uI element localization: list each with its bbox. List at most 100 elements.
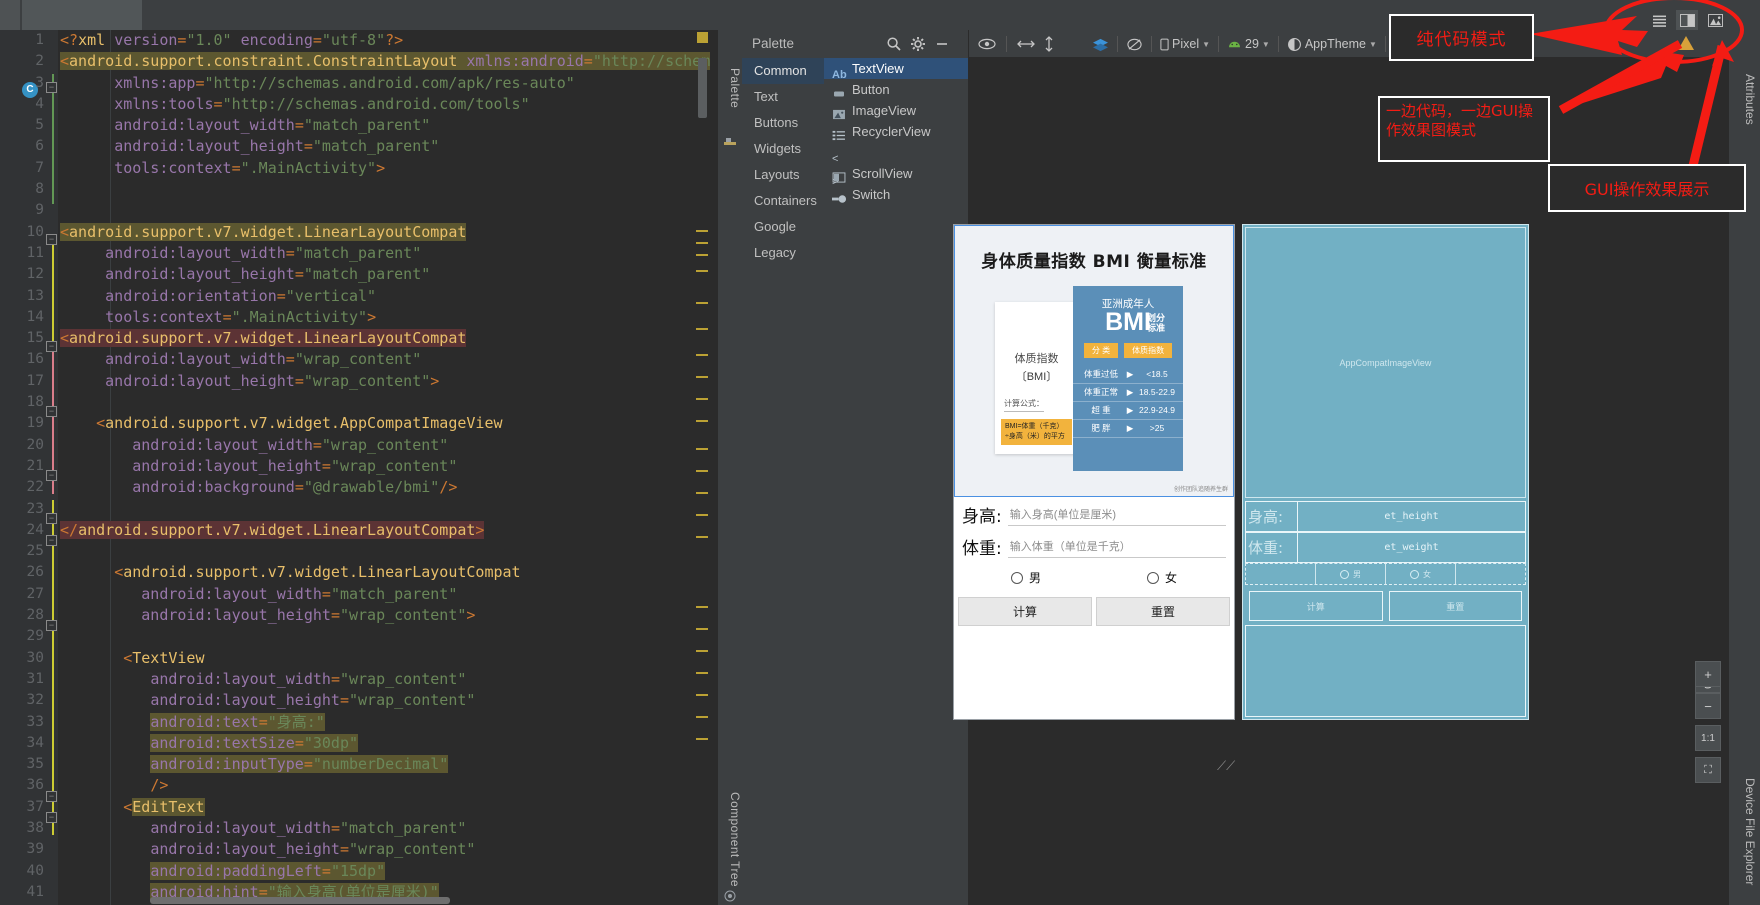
palette-items[interactable]: Ab TextView Button ImageView RecyclerView < >… <box>824 58 968 905</box>
code-mode-button[interactable] <box>1648 10 1670 30</box>
design-config-toolbar[interactable]: Pixel ▼ 29 ▼ AppTheme ▼ Default (en-us) … <box>969 30 1729 58</box>
line-content[interactable]: android:layout_height="wrap_content" <box>60 690 475 711</box>
line-content[interactable]: /> <box>60 775 168 796</box>
line-content[interactable] <box>60 499 69 520</box>
code-line[interactable]: 22 android:background="@drawable/bmi"/> <box>27 477 718 498</box>
code-line[interactable]: 39 android:layout_height="wrap_content" <box>27 839 718 860</box>
line-content[interactable]: android:layout_width="wrap_content" <box>60 435 448 456</box>
zoom-in-button[interactable]: + <box>1695 661 1721 687</box>
code-line[interactable]: 16 android:layout_width="wrap_content" <box>27 349 718 370</box>
code-line[interactable]: 10 <android.support.v7.widget.LinearLayou… <box>27 222 718 243</box>
code-line[interactable]: 33 android:text="身高:" <box>27 712 718 733</box>
code-line[interactable]: 7 tools:context=".MainActivity"> <box>35 158 718 179</box>
line-content[interactable]: android:layout_width="match_parent" <box>60 243 421 264</box>
palette-category-legacy[interactable]: Legacy <box>742 240 824 266</box>
search-icon[interactable] <box>886 36 902 52</box>
fold-handle[interactable]: − <box>46 513 57 524</box>
minimize-icon[interactable] <box>934 36 950 52</box>
line-content[interactable]: xmlns:tools="http://schemas.android.com/… <box>60 94 529 115</box>
code-line[interactable]: 26 <android.support.v7.widget.LinearLayo… <box>27 562 718 583</box>
blueprint-height-row[interactable]: 身高: et_height <box>1245 501 1526 532</box>
blueprint-calculate-button[interactable]: 计算 <box>1249 591 1383 621</box>
line-content[interactable]: <android.support.v7.widget.LinearLayoutC… <box>60 562 520 583</box>
reset-button[interactable]: 重置 <box>1096 597 1230 626</box>
palette-panel[interactable]: Palette Common Text Buttons Widgets Layouts C… <box>742 30 969 905</box>
action-button-row[interactable]: 计算 重置 <box>954 594 1234 626</box>
fold-handle[interactable]: − <box>46 341 57 352</box>
tool-tab-attributes[interactable]: Attributes <box>1743 74 1757 125</box>
code-line[interactable]: 1 <?xml version="1.0" encoding="utf-8"?> <box>35 30 718 51</box>
line-content[interactable]: tools:context=".MainActivity"> <box>60 307 376 328</box>
code-line[interactable]: 14 tools:context=".MainActivity"> <box>27 307 718 328</box>
line-content[interactable]: tools:context=".MainActivity"> <box>60 158 385 179</box>
line-content[interactable]: android:layout_height="wrap_content"> <box>60 605 475 626</box>
zoom-actual-size-button[interactable]: 1:1 <box>1695 725 1721 751</box>
palette-category-text[interactable]: Text <box>742 84 824 110</box>
palette-category-buttons[interactable]: Buttons <box>742 110 824 136</box>
blueprint-weight-id[interactable]: et_weight <box>1298 533 1525 562</box>
line-content[interactable]: android:layout_width="wrap_content" <box>60 669 466 690</box>
palette-item-imageview[interactable]: ImageView <box>824 100 968 121</box>
palette-item-scrollview[interactable]: ScrollView <box>824 163 968 184</box>
code-line[interactable]: 31 android:layout_width="wrap_content" <box>27 669 718 690</box>
palette-category-containers[interactable]: Containers <box>742 188 824 214</box>
line-content[interactable]: <android.support.v7.widget.LinearLayoutC… <box>60 328 467 349</box>
code-line[interactable]: 34 android:textSize="30dp" <box>27 733 718 754</box>
code-line[interactable]: 32 android:layout_height="wrap_content" <box>27 690 718 711</box>
palette-category-google[interactable]: Google <box>742 214 824 240</box>
line-content[interactable]: android:layout_width="match_parent" <box>60 115 430 136</box>
code-line[interactable]: 30 <TextView <box>27 648 718 669</box>
line-content[interactable]: android:layout_width="wrap_content" <box>60 349 421 370</box>
split-mode-button[interactable] <box>1676 10 1698 30</box>
palette-item-switch[interactable]: Switch <box>824 184 968 205</box>
tool-tab-palette[interactable]: Palette <box>718 68 742 108</box>
height-field-row[interactable]: 身高: 输入身高(单位是厘米) <box>954 497 1234 529</box>
line-content[interactable]: android:layout_height="wrap_content"> <box>60 371 439 392</box>
right-tool-tabs[interactable]: Attributes Device File Explorer <box>1738 30 1760 905</box>
code-line[interactable]: 12 android:layout_height="match_parent" <box>27 264 718 285</box>
zoom-fit-button[interactable]: ⛶ <box>1695 757 1721 783</box>
code-line[interactable]: 24 </android.support.v7.widget.LinearLayo… <box>27 520 718 541</box>
editor-error-stripe[interactable] <box>694 30 708 905</box>
palette-category-widgets[interactable]: Widgets <box>742 136 824 162</box>
device-preview[interactable]: 身体质量指数 BMI 衡量标准 体质指数 〔BMI〕 计算公式： BMI=体重（… <box>953 224 1235 720</box>
editor-horizontal-scrollbar[interactable] <box>150 897 450 904</box>
gender-radio-row[interactable]: 男 女 <box>954 561 1234 594</box>
line-content[interactable]: <EditText <box>60 797 205 818</box>
blueprint-radio-row[interactable]: 男 女 <box>1245 563 1526 585</box>
code-editor[interactable]: C 1 <?xml version="1.0" encoding="utf-8"?… <box>0 30 718 905</box>
line-content[interactable]: android:layout_width="match_parent" <box>60 818 466 839</box>
preview-resize-handle[interactable]: ⟋⟋ <box>1217 758 1235 774</box>
fold-handle[interactable]: − <box>46 406 57 417</box>
code-line[interactable]: 35 android:inputType="numberDecimal" <box>27 754 718 775</box>
editor-mode-buttons[interactable] <box>1648 10 1726 30</box>
fold-handle[interactable]: − <box>46 470 57 481</box>
line-content[interactable] <box>60 392 69 413</box>
code-line[interactable]: 38 android:layout_width="match_parent" <box>27 818 718 839</box>
blueprint-radio-female[interactable]: 女 <box>1386 564 1456 584</box>
blueprint-weight-row[interactable]: 体重: et_weight <box>1245 532 1526 563</box>
theme-selector[interactable]: AppTheme ▼ <box>1284 35 1380 54</box>
palette-categories[interactable]: Common Text Buttons Widgets Layouts Container… <box>742 58 824 905</box>
blueprint-view[interactable]: AppCompatImageView 身高: et_height 体重: et_… <box>1242 224 1529 720</box>
line-content[interactable] <box>60 541 69 562</box>
line-content[interactable]: android:layout_height="wrap_content" <box>60 456 457 477</box>
code-line[interactable]: 18 <box>27 392 718 413</box>
line-content[interactable]: <TextView <box>60 648 204 669</box>
radio-male[interactable]: 男 <box>1010 569 1041 586</box>
line-content[interactable]: android:paddingLeft="15dp" <box>60 861 386 882</box>
blueprint-button-row[interactable]: 计算 重置 <box>1249 591 1522 621</box>
line-content[interactable]: android:layout_height="match_parent" <box>60 136 439 157</box>
line-content[interactable]: <?xml version="1.0" encoding="utf-8"?> <box>60 30 403 51</box>
line-content[interactable]: <android.support.v7.widget.LinearLayoutC… <box>60 222 467 243</box>
line-content[interactable]: android:background="@drawable/bmi"/> <box>60 477 457 498</box>
palette-item-button[interactable]: Button <box>824 79 968 100</box>
code-line[interactable]: 37 <EditText <box>27 797 718 818</box>
palette-category-layouts[interactable]: Layouts <box>742 162 824 188</box>
code-line[interactable]: 6 android:layout_height="match_parent" <box>35 136 718 157</box>
palette-body[interactable]: Common Text Buttons Widgets Layouts Container… <box>742 58 968 905</box>
code-line[interactable]: 13 android:orientation="vertical" <box>27 286 718 307</box>
line-content[interactable]: xmlns:app="http://schemas.android.com/ap… <box>60 73 575 94</box>
code-line[interactable]: 15 <android.support.v7.widget.LinearLayou… <box>27 328 718 349</box>
line-content[interactable]: android:text="身高:" <box>60 712 325 733</box>
